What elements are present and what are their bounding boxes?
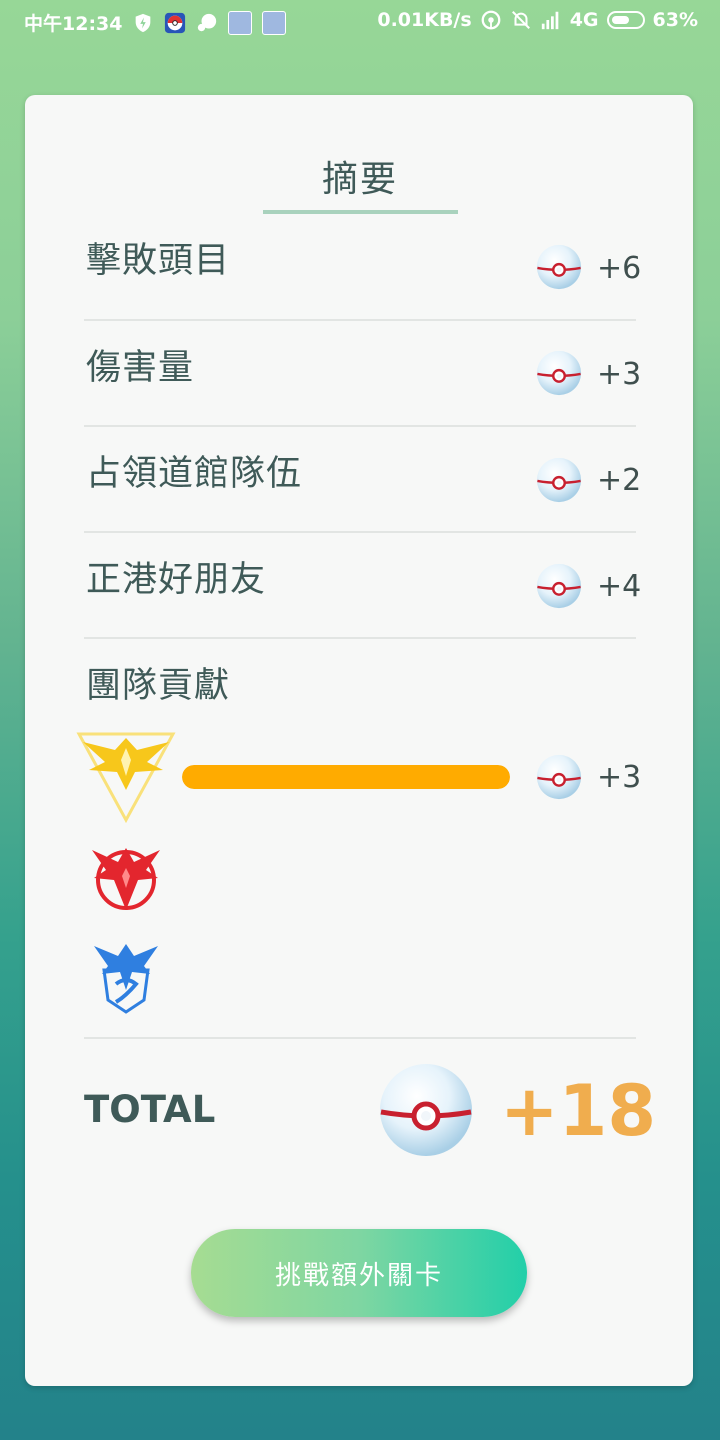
chat-bubble-icon bbox=[198, 13, 217, 31]
team-contribution-label: 團隊貢獻 bbox=[86, 666, 231, 706]
row-label-defeat-boss: 擊敗頭目 bbox=[86, 241, 231, 281]
premier-ball-icon bbox=[535, 753, 583, 801]
premier-ball-icon bbox=[535, 243, 583, 291]
status-bar-left: 中午12:34 bbox=[24, 9, 287, 36]
battery-percent: 63% bbox=[652, 9, 698, 31]
total-value: +18 bbox=[500, 1070, 657, 1152]
status-bar: 中午12:34 0.01KB/s 4G 63% bbox=[0, 0, 720, 44]
team-instinct-value: +3 bbox=[597, 760, 642, 795]
challenge-bonus-stage-button[interactable]: 挑戰額外關卡 bbox=[191, 1229, 527, 1317]
row-label-damage: 傷害量 bbox=[86, 348, 195, 388]
hotspot-icon bbox=[481, 10, 501, 30]
divider bbox=[84, 319, 636, 321]
premier-ball-icon bbox=[535, 456, 583, 504]
row-value-defeat-boss: +6 bbox=[597, 251, 642, 286]
network-speed: 0.01KB/s bbox=[377, 9, 472, 31]
status-time: 中午12:34 bbox=[24, 13, 123, 35]
shield-icon bbox=[136, 13, 151, 32]
divider bbox=[84, 637, 636, 639]
signal-icon bbox=[541, 11, 559, 30]
divider bbox=[84, 425, 636, 427]
network-type: 4G bbox=[569, 9, 599, 31]
pokeball-icon bbox=[165, 12, 186, 33]
premier-ball-icon bbox=[535, 349, 583, 397]
instinct-progress-bar bbox=[182, 765, 510, 789]
row-value-damage: +3 bbox=[597, 357, 642, 392]
title-underline bbox=[263, 210, 458, 214]
instinct-team-icon bbox=[76, 732, 176, 824]
valor-team-icon bbox=[92, 848, 160, 910]
battery-fill bbox=[611, 16, 630, 24]
mystic-team-icon bbox=[94, 944, 158, 1014]
battery-icon bbox=[606, 11, 645, 29]
app-thumbnail-icon bbox=[262, 10, 287, 35]
divider bbox=[84, 531, 636, 533]
row-value-best-friend: +4 bbox=[597, 569, 642, 604]
instinct-progress-fill bbox=[182, 765, 510, 789]
total-label: TOTAL bbox=[84, 1088, 216, 1131]
app-thumbnail-icon bbox=[228, 10, 253, 35]
row-label-best-friend: 正港好朋友 bbox=[86, 560, 267, 600]
premier-ball-large-icon bbox=[376, 1060, 476, 1160]
mute-icon bbox=[511, 11, 530, 29]
premier-ball-icon bbox=[535, 562, 583, 610]
row-value-gym-team: +2 bbox=[597, 463, 642, 498]
row-label-gym-team: 占領道館隊伍 bbox=[86, 454, 303, 494]
status-bar-right: 0.01KB/s 4G 63% bbox=[377, 9, 698, 31]
page-title: 摘要 bbox=[321, 159, 398, 200]
divider bbox=[84, 1037, 636, 1039]
